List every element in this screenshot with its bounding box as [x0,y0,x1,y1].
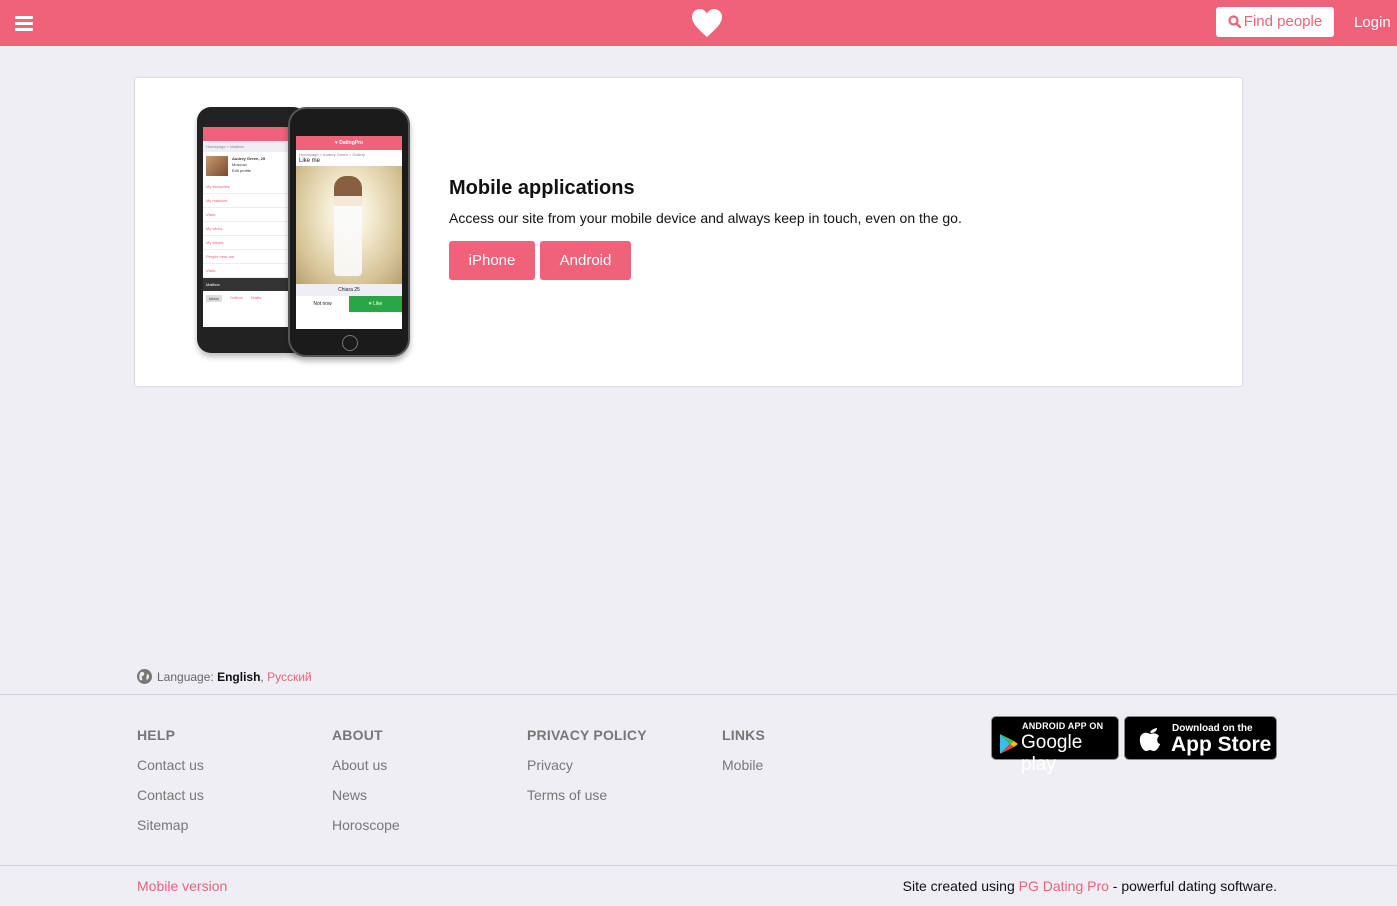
mock-menu-item: People near me [203,250,301,264]
credit-prefix: Site created using [902,878,1019,894]
apple-icon [1139,728,1160,751]
footer-link-news[interactable]: News [332,787,400,804]
mock-tab: Inbox [206,295,222,302]
language-separator: , [260,669,264,684]
mock-breadcrumb: Homepage > Mailbox [203,141,301,152]
language-label: Language: [157,669,214,684]
footer-link-about-us[interactable]: About us [332,757,400,774]
section-description: Access our site from your mobile device … [449,210,962,226]
section-title: Mobile applications [449,177,635,199]
mock-menu-item: My matches [203,194,301,208]
footer-link-terms[interactable]: Terms of use [527,787,647,804]
login-link[interactable]: Login [1354,14,1391,31]
search-icon [1228,15,1242,29]
mock-tab: Drafts [250,295,262,300]
footer-column-privacy: PRIVACY POLICY Privacy Terms of use [527,727,647,817]
footer-heading: PRIVACY POLICY [527,727,647,743]
footer-divider [0,694,1397,695]
google-play-icon [1000,734,1018,754]
mock-profile-edit: Edit profile [232,168,251,173]
language-english[interactable]: English [217,670,260,684]
top-navbar: Find people Login [0,0,1397,46]
mock-breadcrumb: Homepage > Audrey Green > Gallery [299,152,366,157]
app-store-badge[interactable]: Download on the App Store [1124,716,1277,760]
mock-menu-item: Visits [203,208,301,222]
mock-mailbox: Mailbox [203,278,301,291]
mobile-apps-card: Homepage > Mailbox Audrey Green, 25 Mosc… [134,77,1243,387]
footer-link-sitemap[interactable]: Sitemap [137,817,204,834]
app-store-large-text: App Store [1171,733,1272,756]
footer-column-links: LINKS Mobile [722,727,765,787]
find-people-button[interactable]: Find people [1216,7,1334,37]
iphone-button[interactable]: iPhone [449,241,535,280]
mock-menu-item: My winks [203,222,301,236]
footer-link-privacy[interactable]: Privacy [527,757,647,774]
footer-link-horoscope[interactable]: Horoscope [332,817,400,834]
bottom-divider [0,865,1397,866]
find-people-label: Find people [1243,13,1323,30]
mock-section-title: Like me [299,158,321,164]
google-play-badge[interactable]: ANDROID APP ON Google play [991,716,1119,775]
mock-tab: Outbox [229,295,243,300]
mock-profile-name: Audrey Green, 25 [232,156,266,161]
mock-like: ♥ Like [349,296,402,312]
mock-menu-item: My kisses [203,236,301,250]
menu-icon[interactable] [15,16,33,31]
google-play-small-text: ANDROID APP ON [1022,721,1104,731]
footer-link-mobile[interactable]: Mobile [722,757,765,774]
mock-menu-item: My favourites [203,180,301,194]
globe-icon [137,669,152,684]
home-button-icon [342,335,358,351]
iphone-mockup: ♥ DatingPro Homepage > Audrey Green > Ga… [288,107,410,357]
heart-logo-icon[interactable] [691,8,723,38]
mock-brand: ♥ DatingPro [296,136,402,150]
footer-column-help: HELP Contact us Contact us Sitemap [137,727,204,847]
mock-profile-city: Moscow [232,162,247,167]
footer-heading: ABOUT [332,727,383,743]
mock-menu-item: Visits [203,264,301,278]
language-russian[interactable]: Русский [267,670,312,684]
mock-person-name: Chiara 25 [296,284,402,296]
phones-mockup-image: Homepage > Mailbox Audrey Green, 25 Mosc… [197,107,412,359]
footer-heading: HELP [137,727,176,743]
footer-link-contact-us[interactable]: Contact us [137,757,204,774]
mobile-version-link[interactable]: Mobile version [137,878,227,894]
footer-link-contact-us[interactable]: Contact us [137,787,204,804]
mock-not-now: Not now [313,301,332,307]
language-selector: Language: English, Русский [137,669,312,684]
pg-dating-pro-link[interactable]: PG Dating Pro [1019,878,1109,894]
google-play-large-text: Google play [1021,732,1083,775]
credit-suffix: - powerful dating software. [1108,878,1277,894]
android-button[interactable]: Android [540,241,631,280]
footer-heading: LINKS [722,727,765,743]
site-credit: Site created using PG Dating Pro - power… [903,878,1277,894]
mock-photo [296,166,402,284]
footer-column-about: ABOUT About us News Horoscope [332,727,400,847]
